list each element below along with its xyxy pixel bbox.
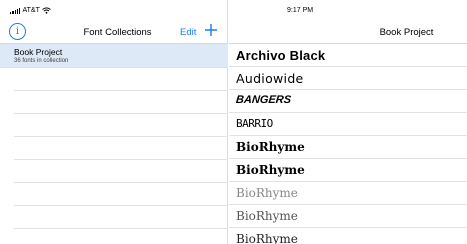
empty-row (14, 183, 228, 206)
status-bar-right: 9:17 PM (229, 0, 467, 18)
collections-pane: AT&T i Font Collections Edit Book Projec… (0, 0, 228, 244)
page-title: Font Collections (83, 27, 152, 38)
collections-navbar: i Font Collections Edit (0, 20, 228, 44)
font-row-biorhyme-light[interactable]: BioRhyme (229, 182, 467, 205)
wifi-icon (42, 7, 51, 14)
font-name: BioRhyme (236, 186, 298, 200)
signal-icon (10, 7, 21, 14)
carrier-label: AT&T (22, 7, 40, 14)
collections-list: Book Project 36 fonts in collection (0, 44, 228, 229)
collection-name: Book Project (14, 47, 63, 57)
font-row-audiowide[interactable]: Audiowide (229, 67, 467, 90)
detail-title: Book Project (379, 27, 434, 38)
font-row-biorhyme-extrabold[interactable]: BioRhyme (229, 136, 467, 159)
empty-row (14, 68, 228, 91)
info-icon: i (15, 25, 20, 37)
font-row-barrio[interactable]: BARRIO (229, 113, 467, 136)
empty-row (14, 91, 228, 114)
collection-subtitle: 36 fonts in collection (14, 58, 69, 64)
font-name: BioRhyme (236, 163, 305, 177)
font-list: Archivo Black Audiowide BANGERS BARRIO B… (229, 44, 467, 244)
info-button[interactable]: i (9, 23, 26, 40)
font-row-archivo-black[interactable]: Archivo Black (229, 44, 467, 67)
empty-row (14, 137, 228, 160)
empty-row (14, 114, 228, 137)
collection-detail-pane: 9:17 PM Book Project Archivo Black Audio… (229, 0, 467, 244)
font-name: Archivo Black (236, 48, 326, 63)
font-name: Audiowide (236, 71, 304, 86)
font-name: BANGERS (235, 94, 292, 106)
carrier-indicator: AT&T (10, 7, 51, 14)
status-time: 9:17 PM (287, 7, 314, 14)
font-name: BARRIO (236, 117, 273, 130)
font-name: BioRhyme (236, 232, 298, 244)
edit-button[interactable]: Edit (180, 27, 196, 38)
font-row-biorhyme[interactable]: BioRhyme (229, 228, 467, 244)
font-row-bangers[interactable]: BANGERS (229, 90, 467, 113)
font-row-biorhyme-bold[interactable]: BioRhyme (229, 159, 467, 182)
plus-icon (205, 24, 217, 36)
add-collection-button[interactable] (203, 22, 219, 38)
font-name: BioRhyme (236, 209, 298, 223)
font-name: BioRhyme (236, 140, 305, 154)
empty-row (14, 160, 228, 183)
font-row-biorhyme-regular[interactable]: BioRhyme (229, 205, 467, 228)
empty-row (14, 206, 228, 229)
detail-navbar: Book Project (229, 20, 467, 44)
list-item[interactable]: Book Project 36 fonts in collection (0, 44, 228, 68)
